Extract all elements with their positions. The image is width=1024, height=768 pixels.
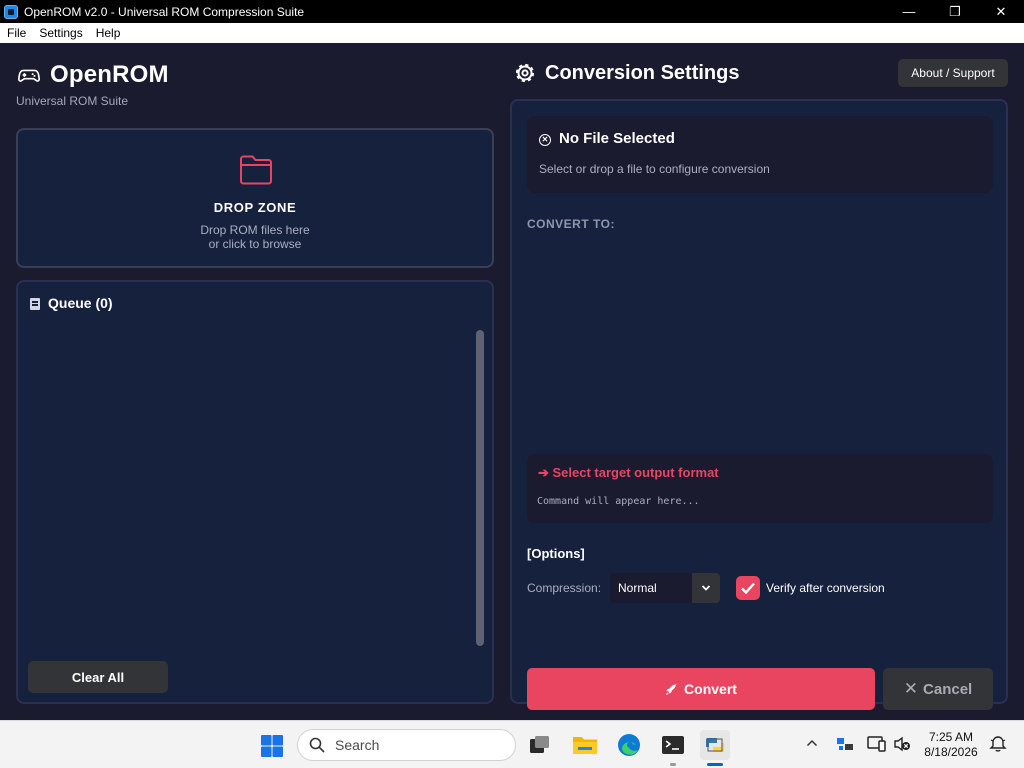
checkmark-icon xyxy=(741,582,755,595)
volume-muted-icon[interactable] xyxy=(893,736,911,752)
compression-value: Normal xyxy=(618,581,657,595)
terminal-icon[interactable] xyxy=(658,730,688,760)
convert-label: Convert xyxy=(684,681,737,697)
taskbar: Search 7:25 AM 8/18/2026 xyxy=(0,720,1024,768)
chevron-up-icon[interactable] xyxy=(806,738,818,748)
file-info-card: ✕ No File Selected Select or drop a file… xyxy=(527,116,993,193)
settings-panel: ✕ No File Selected Select or drop a file… xyxy=(510,99,1008,730)
windows-start-icon[interactable] xyxy=(260,734,284,758)
python-app-icon[interactable] xyxy=(700,730,730,760)
clock-time: 7:25 AM xyxy=(928,730,974,744)
verify-checkbox[interactable] xyxy=(736,576,760,600)
compression-label: Compression: xyxy=(527,581,602,595)
clear-all-button[interactable]: Clear All xyxy=(28,661,168,693)
taskbar-search[interactable]: Search xyxy=(297,729,516,761)
verify-label: Verify after conversion xyxy=(766,581,885,595)
menu-file[interactable]: File xyxy=(0,26,32,40)
app-subtitle: Universal ROM Suite xyxy=(16,94,129,108)
title-bar: OpenROM v2.0 - Universal ROM Compression… xyxy=(0,0,1024,23)
queue-scrollbar[interactable] xyxy=(476,330,484,646)
close-icon: ✕ xyxy=(903,679,919,698)
queue-panel: Queue (0) Clear All xyxy=(16,280,494,704)
edge-browser-icon[interactable] xyxy=(614,730,644,760)
taskbar-clock[interactable]: 7:25 AM 8/18/2026 xyxy=(921,730,981,760)
no-file-icon: ✕ xyxy=(539,133,551,146)
app-icon xyxy=(4,4,18,19)
convert-button[interactable]: Convert xyxy=(527,668,875,710)
active-app-indicator xyxy=(707,763,723,766)
drop-zone-hint-line2: or click to browse xyxy=(208,237,302,251)
chevron-down-icon[interactable] xyxy=(692,573,720,603)
rocket-icon xyxy=(666,682,677,695)
maximize-button[interactable]: ❐ xyxy=(932,0,978,23)
menu-help[interactable]: Help xyxy=(89,26,127,40)
drop-zone-title: DROP ZONE xyxy=(213,200,297,215)
gamepad-icon xyxy=(18,69,40,82)
file-status: ✕ No File Selected xyxy=(539,130,675,147)
command-status: ➔ Select target output format xyxy=(538,465,719,480)
about-support-button[interactable]: About / Support xyxy=(898,59,1008,87)
convert-to-label: CONVERT TO: xyxy=(527,217,615,231)
drop-zone-hint-line1: Drop ROM files here xyxy=(200,223,310,237)
clipboard-icon xyxy=(30,298,40,310)
queue-header: Queue (0) xyxy=(30,295,113,311)
drop-zone-hint: Drop ROM files here or click to browse xyxy=(18,223,492,251)
command-preview: ➔ Select target output format Command wi… xyxy=(527,454,993,523)
compression-select[interactable]: Normal xyxy=(610,573,720,603)
notification-bell-icon[interactable] xyxy=(989,735,1007,753)
queue-title: Queue (0) xyxy=(48,295,113,311)
file-explorer-icon[interactable] xyxy=(570,730,600,760)
window-controls: — ❐ ✕ xyxy=(886,0,1024,23)
network-devices-icon[interactable] xyxy=(836,736,854,752)
settings-title: Conversion Settings xyxy=(545,61,740,84)
clock-date: 8/18/2026 xyxy=(924,745,978,759)
file-status-subtitle: Select or drop a file to configure conve… xyxy=(539,162,770,176)
taskbar-search-placeholder: Search xyxy=(335,737,380,753)
close-button[interactable]: ✕ xyxy=(978,0,1024,23)
terminal-running-indicator xyxy=(670,763,676,766)
minimize-button[interactable]: — xyxy=(886,0,932,23)
options-heading: [Options] xyxy=(527,546,585,561)
cancel-label: Cancel xyxy=(923,680,973,698)
drop-zone[interactable]: DROP ZONE Drop ROM files here or click t… xyxy=(16,128,494,268)
cancel-button[interactable]: ✕ Cancel xyxy=(883,668,993,710)
display-icon[interactable] xyxy=(867,735,887,753)
window-title: OpenROM v2.0 - Universal ROM Compression… xyxy=(24,4,305,19)
gear-icon xyxy=(515,63,535,83)
menu-settings[interactable]: Settings xyxy=(32,26,88,40)
folder-icon xyxy=(240,155,272,185)
command-text: Command will appear here... xyxy=(537,496,700,507)
app-title: OpenROM xyxy=(50,61,169,88)
menu-bar: File Settings Help xyxy=(0,23,1024,43)
task-view-icon[interactable] xyxy=(525,730,555,760)
search-icon xyxy=(309,737,325,753)
brand: OpenROM xyxy=(18,61,169,89)
settings-header: Conversion Settings xyxy=(513,61,739,85)
file-status-title: No File Selected xyxy=(559,130,675,147)
main-area: OpenROM Universal ROM Suite DROP ZONE Dr… xyxy=(0,43,1024,730)
